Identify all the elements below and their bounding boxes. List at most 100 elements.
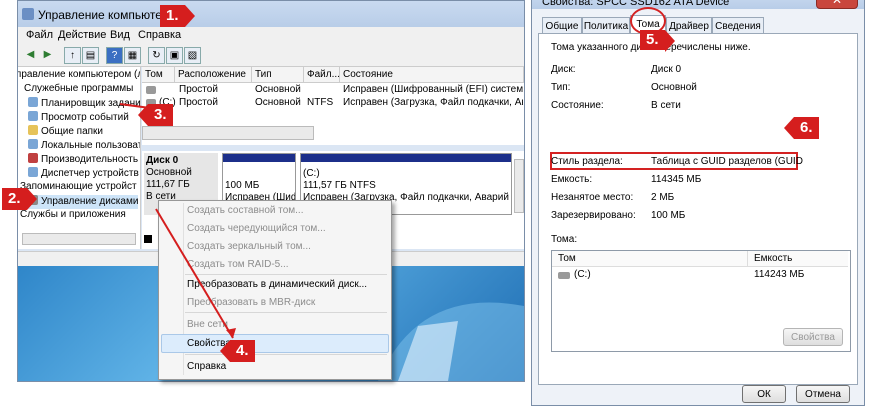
- disk-name: Диск 0: [146, 155, 179, 166]
- tree-item-device-manager[interactable]: Диспетчер устройств: [28, 167, 139, 181]
- tree-item-label: Запоминающие устройст: [20, 181, 137, 192]
- tab-policy[interactable]: Политика: [582, 17, 630, 34]
- menu-item-create-raid5[interactable]: Создать том RAID-5...: [187, 259, 289, 270]
- clock-icon: [28, 97, 38, 107]
- menu-item-create-spanned[interactable]: Создать составной том...: [187, 205, 303, 216]
- table-row[interactable]: (C:) 114243 МБ: [552, 269, 848, 283]
- tree-item-system-tools[interactable]: Служебные программы: [24, 83, 133, 97]
- prop-label-status: Состояние:: [551, 100, 604, 111]
- settings-icon[interactable]: ▧: [184, 47, 201, 64]
- help-icon[interactable]: ?: [106, 47, 123, 64]
- up-icon[interactable]: ↑: [64, 47, 81, 64]
- prop-label-partition-style: Стиль раздела:: [551, 156, 623, 167]
- prop-value-capacity: 114345 МБ: [651, 174, 702, 185]
- volumes-label: Тома:: [551, 234, 578, 245]
- cancel-button[interactable]: Отмена: [796, 385, 850, 403]
- prop-value-partition-style: Таблица с GUID разделов (GUID: [651, 156, 803, 167]
- menu-item-help[interactable]: Справка: [187, 361, 226, 372]
- menu-item-offline[interactable]: Вне сети: [187, 319, 228, 330]
- col-volume[interactable]: Том: [142, 67, 175, 83]
- table-row[interactable]: Простой Основной Исправен (Шифрованный (…: [142, 84, 524, 97]
- prop-value-reserved: 100 МБ: [651, 210, 686, 221]
- legend-unallocated-swatch: [144, 235, 152, 243]
- prop-value-type: Основной: [651, 82, 697, 93]
- tree-item-label: Управление дисками: [41, 196, 139, 207]
- menu-file[interactable]: Файл: [26, 29, 53, 41]
- volume-list-scrollbar[interactable]: [142, 126, 314, 140]
- users-icon: [28, 139, 38, 149]
- forward-icon[interactable]: ▶: [40, 47, 55, 62]
- menu-item-convert-mbr[interactable]: Преобразовать в MBR-диск: [187, 297, 315, 308]
- tree-item-label: Планировщик задани: [41, 98, 141, 109]
- prop-label-unallocated: Незанятое место:: [551, 192, 634, 203]
- drive-icon: [146, 86, 156, 94]
- context-menu: Создать составной том... Создать чередую…: [158, 200, 392, 380]
- table-row[interactable]: (C:) Простой Основной NTFS Исправен (Заг…: [142, 97, 524, 110]
- partition-size: 111,57 ГБ NTFS: [303, 180, 376, 191]
- tree-scrollbar[interactable]: [22, 233, 136, 245]
- col-type[interactable]: Тип: [252, 67, 304, 83]
- show-tree-icon[interactable]: ▤: [82, 47, 99, 64]
- tree-item-label: Просмотр событий: [41, 112, 129, 123]
- tree-item-shared-folders[interactable]: Общие папки: [28, 125, 103, 139]
- cell-volume: (C:): [574, 269, 591, 280]
- toolbar: ◀ ▶ ↑ ▤ ? ▦ ↻ ▣ ▧: [18, 44, 524, 67]
- tree-item-root[interactable]: Управление компьютером (л: [18, 69, 140, 83]
- callout-step-4: 4.: [220, 340, 255, 362]
- menu-item-create-striped[interactable]: Создать чередующийся том...: [187, 223, 326, 234]
- tree-item-label: Службы и приложения: [20, 209, 126, 220]
- callout-step-1: 1.: [160, 5, 194, 27]
- back-icon[interactable]: ◀: [23, 47, 38, 62]
- col-filesystem[interactable]: Файл...: [304, 67, 340, 83]
- col-status[interactable]: Состояние: [340, 67, 524, 83]
- menu-item-create-mirrored[interactable]: Создать зеркальный том...: [187, 241, 311, 252]
- refresh-icon[interactable]: ▣: [166, 47, 183, 64]
- tab-general[interactable]: Общие: [542, 17, 582, 34]
- tree-item-local-users[interactable]: Локальные пользоват: [28, 139, 141, 153]
- disk-type: Основной: [146, 167, 192, 178]
- close-button[interactable]: ✕: [816, 0, 858, 9]
- partition-bar: [223, 154, 295, 162]
- menu-view[interactable]: Вид: [110, 29, 130, 41]
- col-volume[interactable]: Том: [552, 251, 748, 267]
- disk-properties-dialog: Свойства: SPCC SSD162 ATA Device ✕ Общие…: [531, 0, 865, 406]
- col-capacity[interactable]: Емкость: [748, 251, 848, 267]
- tree-item-label: Производительность: [41, 154, 139, 165]
- prop-label-capacity: Емкость:: [551, 174, 593, 185]
- partition-name: (C:): [303, 168, 320, 179]
- performance-icon: [28, 153, 38, 163]
- callout-step-6: 6.: [784, 117, 819, 139]
- tree-item-disk-management[interactable]: Управление дисками: [28, 195, 139, 209]
- tree-item-performance[interactable]: Производительность: [28, 153, 138, 167]
- tree-item-services[interactable]: Службы и приложения: [20, 209, 126, 223]
- cell-layout: Простой: [179, 97, 218, 108]
- col-layout[interactable]: Расположение: [175, 67, 252, 83]
- navigation-tree: Управление компьютером (л Служебные прог…: [18, 67, 141, 249]
- volume-properties-button[interactable]: Свойства: [783, 328, 843, 346]
- export-icon[interactable]: ↻: [148, 47, 165, 64]
- menu-item-convert-dynamic[interactable]: Преобразовать в динамический диск...: [187, 279, 367, 290]
- menu-action[interactable]: Действие: [58, 29, 106, 41]
- cell-type: Основной: [255, 97, 301, 108]
- prop-value-disk: Диск 0: [651, 64, 682, 75]
- computer-icon: [22, 8, 34, 20]
- drive-icon: [558, 272, 570, 279]
- tree-item-events[interactable]: Просмотр событий: [28, 111, 129, 125]
- event-viewer-icon: [28, 111, 38, 121]
- properties-icon[interactable]: ▦: [124, 47, 141, 64]
- graph-scrollbar[interactable]: [514, 159, 524, 213]
- tree-item-scheduler[interactable]: Планировщик задани: [28, 97, 141, 111]
- tree-item-label: Локальные пользоват: [41, 140, 141, 151]
- prop-value-status: В сети: [651, 100, 681, 111]
- tab-details[interactable]: Сведения: [712, 17, 764, 34]
- ok-button[interactable]: ОК: [742, 385, 786, 403]
- menu-help[interactable]: Справка: [138, 29, 181, 41]
- callout-step-2: 2.: [2, 188, 36, 210]
- menu-separator: [185, 354, 387, 355]
- dialog-title-bar: Свойства: SPCC SSD162 ATA Device ✕: [532, 0, 864, 9]
- partition-size: 100 МБ: [225, 180, 260, 191]
- menu-bar: Файл Действие Вид Справка: [18, 27, 524, 44]
- folder-icon: [28, 125, 38, 135]
- tree-item-storage[interactable]: Запоминающие устройст: [20, 181, 137, 195]
- cell-type: Основной: [255, 84, 301, 95]
